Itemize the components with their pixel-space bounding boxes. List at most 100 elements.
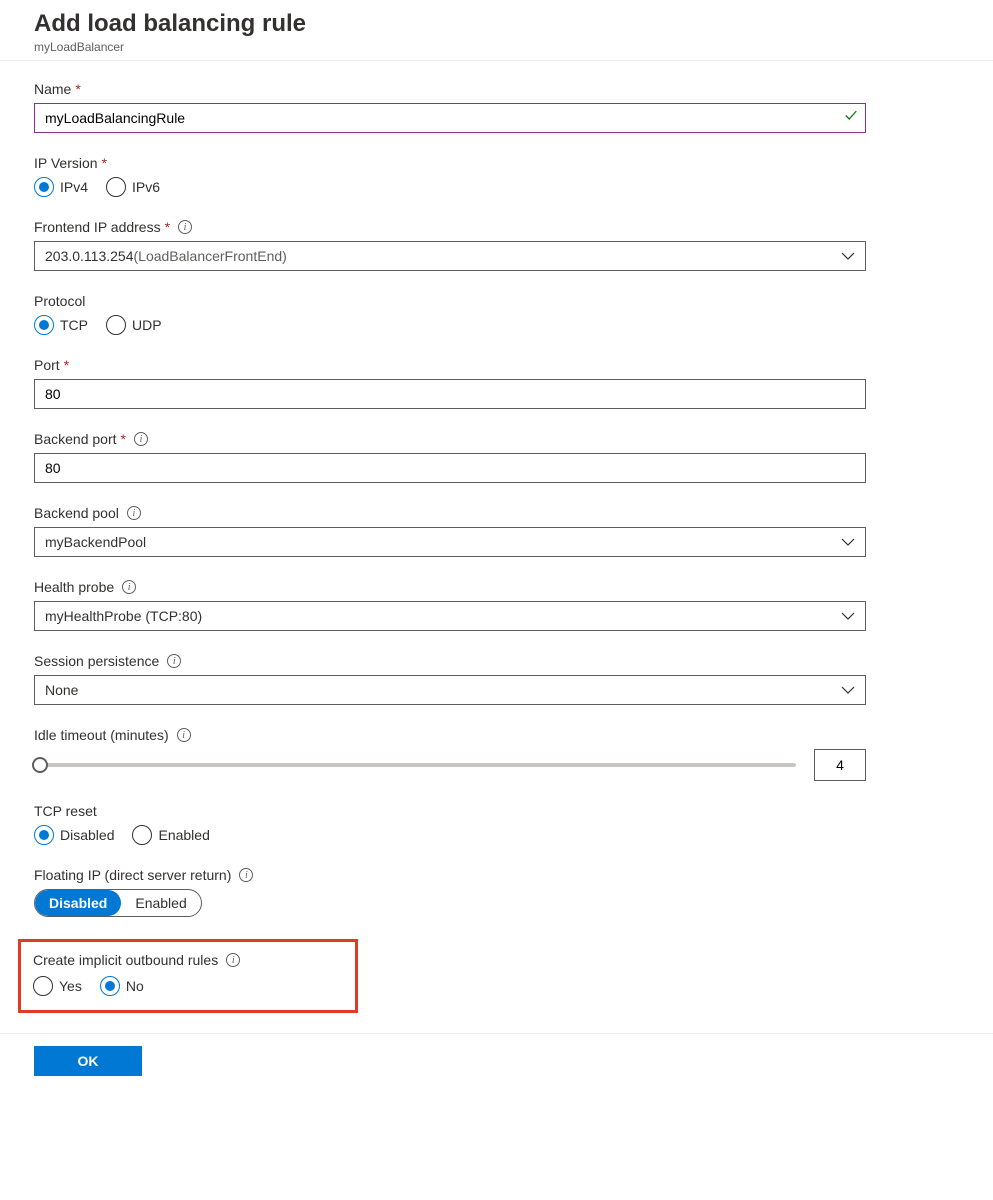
radio-label: No	[126, 978, 144, 994]
floating-ip-label: Floating IP (direct server return)	[34, 867, 231, 883]
radio-tcp[interactable]: TCP	[34, 315, 88, 335]
name-input[interactable]	[34, 103, 866, 133]
page-subtitle: myLoadBalancer	[34, 40, 959, 54]
outbound-radios: Yes No	[33, 976, 343, 996]
health-probe-label: Health probe	[34, 579, 114, 595]
toggle-floating-enabled[interactable]: Enabled	[121, 890, 200, 916]
ip-version-label: IP Version	[34, 155, 98, 171]
info-icon[interactable]: i	[177, 728, 191, 742]
field-label: Floating IP (direct server return) i	[34, 867, 866, 883]
chevron-down-icon	[841, 537, 855, 547]
field-name: Name *	[34, 81, 866, 133]
field-label: TCP reset	[34, 803, 866, 819]
frontend-ip-value: 203.0.113.254	[45, 248, 134, 264]
radio-icon	[34, 315, 54, 335]
field-health-probe: Health probe i myHealthProbe (TCP:80)	[34, 579, 866, 631]
validation-check-icon	[844, 109, 858, 128]
field-label: IP Version *	[34, 155, 866, 171]
radio-icon	[106, 177, 126, 197]
info-icon[interactable]: i	[178, 220, 192, 234]
required-indicator: *	[102, 155, 107, 171]
radio-icon	[100, 976, 120, 996]
session-persistence-value: None	[45, 682, 78, 698]
radio-tcp-reset-enabled[interactable]: Enabled	[132, 825, 209, 845]
radio-ipv6[interactable]: IPv6	[106, 177, 160, 197]
protocol-label: Protocol	[34, 293, 85, 309]
slider-thumb[interactable]	[32, 757, 48, 773]
outbound-label: Create implicit outbound rules	[33, 952, 218, 968]
backend-port-label: Backend port	[34, 431, 117, 447]
port-input[interactable]	[34, 379, 866, 409]
tcp-reset-radios: Disabled Enabled	[34, 825, 866, 845]
required-indicator: *	[64, 357, 69, 373]
toggle-floating-disabled[interactable]: Disabled	[35, 890, 121, 916]
radio-label: Enabled	[158, 827, 209, 843]
radio-tcp-reset-disabled[interactable]: Disabled	[34, 825, 114, 845]
radio-outbound-yes[interactable]: Yes	[33, 976, 82, 996]
field-floating-ip: Floating IP (direct server return) i Dis…	[34, 867, 866, 917]
chevron-down-icon	[841, 611, 855, 621]
info-icon[interactable]: i	[226, 953, 240, 967]
radio-icon	[106, 315, 126, 335]
panel-footer: OK	[0, 1033, 993, 1096]
required-indicator: *	[75, 81, 80, 97]
ip-version-radios: IPv4 IPv6	[34, 177, 866, 197]
field-backend-port: Backend port * i	[34, 431, 866, 483]
radio-icon	[34, 825, 54, 845]
panel-header: Add load balancing rule myLoadBalancer	[0, 0, 993, 61]
info-icon[interactable]: i	[134, 432, 148, 446]
field-label: Health probe i	[34, 579, 866, 595]
radio-icon	[132, 825, 152, 845]
field-label: Session persistence i	[34, 653, 866, 669]
backend-pool-select[interactable]: myBackendPool	[34, 527, 866, 557]
radio-label: IPv6	[132, 179, 160, 195]
required-indicator: *	[121, 431, 126, 447]
field-protocol: Protocol TCP UDP	[34, 293, 866, 335]
protocol-radios: TCP UDP	[34, 315, 866, 335]
info-icon[interactable]: i	[127, 506, 141, 520]
frontend-ip-select[interactable]: 203.0.113.254 (LoadBalancerFrontEnd)	[34, 241, 866, 271]
field-label: Idle timeout (minutes) i	[34, 727, 866, 743]
radio-label: Disabled	[60, 827, 114, 843]
field-idle-timeout: Idle timeout (minutes) i	[34, 727, 866, 781]
idle-timeout-label: Idle timeout (minutes)	[34, 727, 169, 743]
radio-icon	[34, 177, 54, 197]
field-label: Backend pool i	[34, 505, 866, 521]
info-icon[interactable]: i	[239, 868, 253, 882]
required-indicator: *	[165, 219, 170, 235]
field-label: Backend port * i	[34, 431, 866, 447]
field-session-persistence: Session persistence i None	[34, 653, 866, 705]
session-persistence-label: Session persistence	[34, 653, 159, 669]
frontend-ip-suffix: (LoadBalancerFrontEnd)	[134, 248, 287, 264]
field-label: Create implicit outbound rules i	[33, 952, 343, 968]
backend-port-input[interactable]	[34, 453, 866, 483]
idle-timeout-slider[interactable]	[34, 763, 796, 767]
radio-ipv4[interactable]: IPv4	[34, 177, 88, 197]
name-input-wrap	[34, 103, 866, 133]
chevron-down-icon	[841, 685, 855, 695]
radio-icon	[33, 976, 53, 996]
radio-outbound-no[interactable]: No	[100, 976, 144, 996]
ok-button[interactable]: OK	[34, 1046, 142, 1076]
radio-label: IPv4	[60, 179, 88, 195]
radio-label: UDP	[132, 317, 162, 333]
field-frontend-ip: Frontend IP address * i 203.0.113.254 (L…	[34, 219, 866, 271]
field-port: Port *	[34, 357, 866, 409]
tcp-reset-label: TCP reset	[34, 803, 97, 819]
page-title: Add load balancing rule	[34, 10, 959, 38]
field-tcp-reset: TCP reset Disabled Enabled	[34, 803, 866, 845]
form-body: Name * IP Version * IPv4 IPv6	[0, 61, 900, 1033]
session-persistence-select[interactable]: None	[34, 675, 866, 705]
idle-timeout-input[interactable]	[814, 749, 866, 781]
health-probe-value: myHealthProbe (TCP:80)	[45, 608, 202, 624]
port-label: Port	[34, 357, 60, 373]
field-label: Name *	[34, 81, 866, 97]
field-ip-version: IP Version * IPv4 IPv6	[34, 155, 866, 197]
health-probe-select[interactable]: myHealthProbe (TCP:80)	[34, 601, 866, 631]
name-label: Name	[34, 81, 71, 97]
radio-label: Yes	[59, 978, 82, 994]
info-icon[interactable]: i	[122, 580, 136, 594]
radio-udp[interactable]: UDP	[106, 315, 162, 335]
info-icon[interactable]: i	[167, 654, 181, 668]
idle-timeout-slider-row	[34, 749, 866, 781]
